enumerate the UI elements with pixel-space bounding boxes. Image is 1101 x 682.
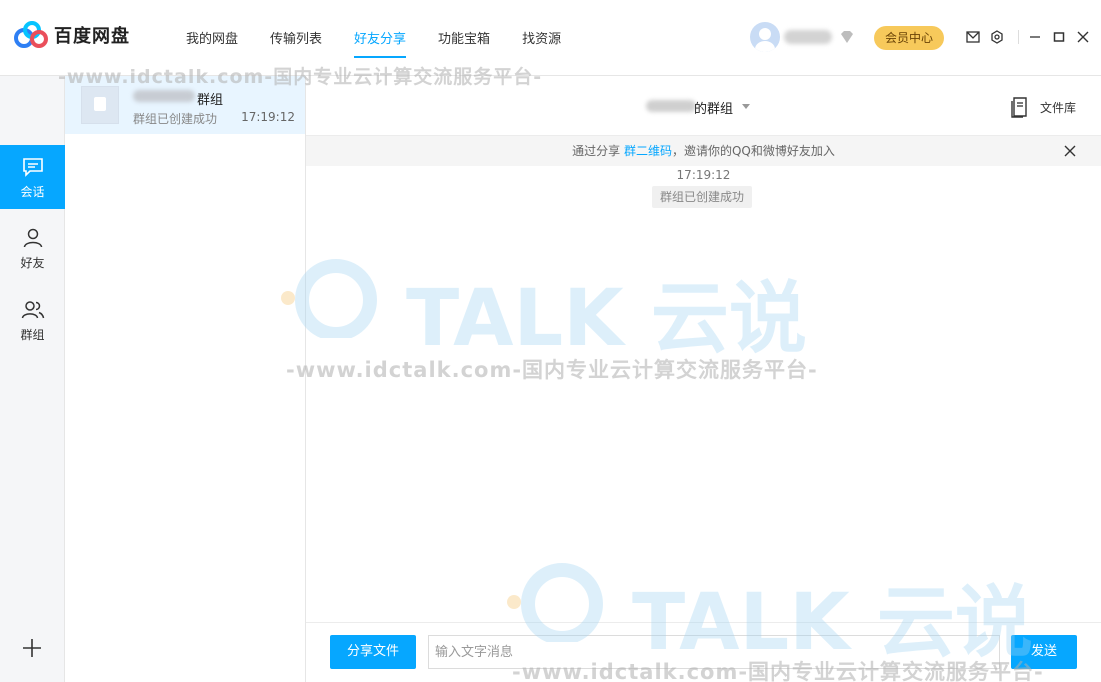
chat-title[interactable]: 的群组 [694, 98, 733, 117]
sidebar-item-label: 会话 [20, 185, 45, 199]
baidu-netdisk-logo-icon [14, 21, 48, 48]
mail-icon[interactable] [964, 28, 982, 46]
chat-title-redacted [646, 100, 696, 112]
avatar[interactable] [750, 22, 780, 52]
chat-panel: 的群组 文件库 通过分享 群二维码，邀请你的QQ和微博好友加入 17:19:12… [306, 76, 1101, 682]
chat-header: 的群组 文件库 [306, 76, 1101, 136]
notice-prefix: 通过分享 [572, 144, 624, 158]
main-nav: 我的网盘 传输列表 好友分享 功能宝箱 找资源 [170, 28, 577, 58]
app-logo[interactable]: 百度网盘 [14, 20, 130, 50]
close-icon[interactable] [1074, 28, 1092, 46]
conversation-name: 群组 [197, 93, 224, 108]
title-bar: 百度网盘 我的网盘 传输列表 好友分享 功能宝箱 找资源 会员中心 [0, 0, 1101, 76]
username-redacted [784, 30, 832, 44]
compose-bar: 分享文件 发送 [306, 622, 1101, 682]
notice-suffix: ，邀请你的QQ和微博好友加入 [671, 144, 835, 158]
chevron-down-icon[interactable] [742, 104, 750, 109]
settings-gear-icon[interactable] [988, 28, 1006, 46]
minimize-icon[interactable] [1026, 28, 1044, 46]
conversation-last-message: 群组已创建成功 [133, 112, 218, 126]
message-input[interactable] [428, 635, 1000, 669]
group-icon [21, 301, 44, 319]
group-avatar [81, 86, 119, 124]
nav-friend-share[interactable]: 好友分享 [354, 28, 407, 58]
close-icon[interactable] [1063, 144, 1077, 158]
file-library-button[interactable]: 文件库 [1010, 96, 1076, 118]
sidebar-item-groups[interactable]: 群组 [0, 288, 65, 352]
invite-notice-bar: 通过分享 群二维码，邀请你的QQ和微博好友加入 [306, 136, 1101, 166]
nav-find-resources[interactable]: 找资源 [522, 28, 561, 58]
conversation-list: 群组 群组已创建成功 17:19:12 [65, 76, 306, 682]
share-file-button[interactable]: 分享文件 [330, 635, 416, 669]
nav-my-disk[interactable]: 我的网盘 [186, 28, 238, 58]
sidebar-item-label: 群组 [20, 328, 45, 342]
add-icon[interactable] [20, 636, 44, 660]
list-item[interactable]: 群组 群组已创建成功 17:19:12 [65, 76, 305, 134]
group-name-redacted [133, 90, 195, 102]
titlebar-divider [1018, 30, 1019, 44]
sidebar-item-conversations[interactable]: 会话 [0, 145, 65, 209]
maximize-icon[interactable] [1050, 28, 1068, 46]
group-qr-code-link[interactable]: 群二维码 [624, 144, 672, 158]
person-icon [23, 228, 42, 248]
sidebar-item-label: 好友 [20, 256, 45, 270]
conversation-time: 17:19:12 [241, 110, 295, 124]
diamond-icon [841, 31, 853, 43]
file-library-label: 文件库 [1040, 100, 1077, 115]
vip-center-button[interactable]: 会员中心 [874, 26, 944, 50]
chat-icon [22, 158, 43, 177]
file-library-icon [1011, 97, 1027, 118]
system-message: 群组已创建成功 [652, 186, 753, 208]
user-area [750, 22, 856, 52]
nav-transfer-list[interactable]: 传输列表 [270, 28, 322, 58]
send-button[interactable]: 发送 [1011, 635, 1077, 669]
message-timestamp: 17:19:12 [676, 168, 731, 182]
sidebar-item-friends[interactable]: 好友 [0, 216, 65, 280]
app-name: 百度网盘 [54, 26, 130, 47]
nav-toolbox[interactable]: 功能宝箱 [438, 28, 490, 58]
left-icon-bar: 会话 好友 群组 [0, 76, 65, 682]
